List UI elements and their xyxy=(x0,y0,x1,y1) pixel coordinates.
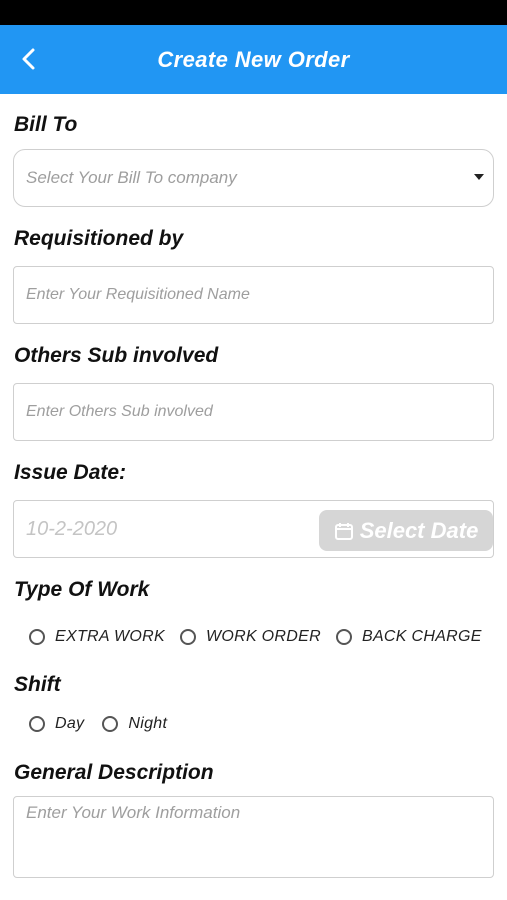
extra-work-label: EXTRA WORK xyxy=(55,628,165,645)
bill-to-dropdown[interactable]: Select Your Bill To company xyxy=(13,149,494,207)
requisitioned-by-label: Requisitioned by xyxy=(14,227,184,250)
others-sub-placeholder: Enter Others Sub involved xyxy=(26,403,213,420)
app-bar: Create New Order xyxy=(0,25,507,94)
select-date-label: Select Date xyxy=(359,517,479,543)
shift-radio-group: Day Night xyxy=(29,715,167,733)
back-charge-label: BACK CHARGE xyxy=(361,628,482,645)
back-button[interactable] xyxy=(14,43,46,75)
chevron-left-icon xyxy=(22,48,35,70)
calendar-icon xyxy=(334,522,353,540)
general-description-field[interactable]: Enter Your Work Information xyxy=(13,796,494,878)
day-label: Day xyxy=(55,715,85,732)
issue-date-value: 10-2-2020 xyxy=(26,518,118,540)
shift-label: Shift xyxy=(14,673,61,696)
requisitioned-by-field[interactable]: Enter Your Requisitioned Name xyxy=(13,266,494,324)
issue-date-field[interactable]: 10-2-2020 Select Date xyxy=(13,500,494,558)
work-order-radio[interactable] xyxy=(179,629,196,645)
night-radio[interactable] xyxy=(102,716,119,732)
others-sub-field[interactable]: Enter Others Sub involved xyxy=(13,383,494,441)
night-label: Night xyxy=(128,715,168,732)
day-radio[interactable] xyxy=(29,716,45,732)
bill-to-label: Bill To xyxy=(14,113,78,136)
status-bar xyxy=(0,0,507,25)
select-date-button[interactable]: Select Date xyxy=(319,510,493,551)
requisitioned-by-placeholder: Enter Your Requisitioned Name xyxy=(26,286,250,303)
issue-date-label: Issue Date: xyxy=(14,461,127,484)
work-order-label: WORK ORDER xyxy=(205,628,321,645)
bill-to-placeholder: Select Your Bill To company xyxy=(26,168,237,187)
page-title: Create New Order xyxy=(157,46,350,72)
caret-down-icon xyxy=(474,174,484,180)
type-of-work-label: Type Of Work xyxy=(14,578,150,601)
general-description-label: General Description xyxy=(14,761,214,784)
others-sub-label: Others Sub involved xyxy=(14,344,219,367)
general-description-placeholder: Enter Your Work Information xyxy=(26,803,241,822)
type-of-work-radio-group: EXTRA WORK WORK ORDER BACK CHARGE xyxy=(29,628,482,646)
extra-work-radio[interactable] xyxy=(29,629,45,645)
back-charge-radio[interactable] xyxy=(335,629,352,645)
